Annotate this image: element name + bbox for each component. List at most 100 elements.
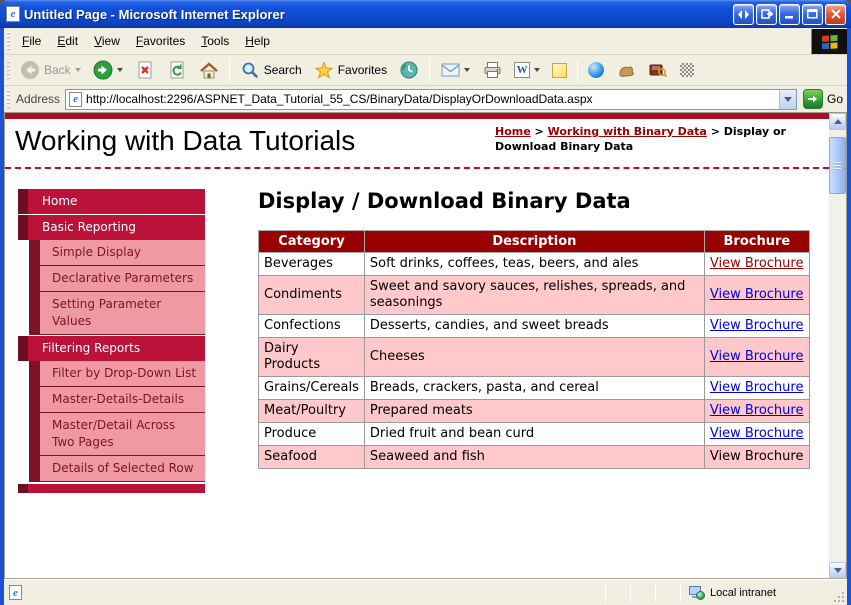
word-icon bbox=[514, 62, 531, 78]
description-cell: Seaweed and fish bbox=[363, 445, 705, 469]
pan-arrows-button[interactable] bbox=[733, 3, 754, 25]
toolbar-grip[interactable] bbox=[7, 61, 10, 79]
search-button[interactable]: Search bbox=[235, 58, 307, 82]
view-brochure-link[interactable]: View Brochure bbox=[710, 380, 804, 395]
address-input[interactable]: http://localhost:2296/ASPNET_Data_Tutori… bbox=[65, 88, 797, 110]
favorites-star-icon bbox=[314, 60, 334, 80]
discuss-button[interactable] bbox=[547, 61, 572, 80]
description-cell: Cheeses bbox=[363, 337, 705, 377]
forward-button[interactable] bbox=[88, 58, 128, 82]
sidebar-item-basic-reporting[interactable]: Basic Reporting bbox=[18, 215, 205, 240]
title-bar: Untitled Page - Microsoft Internet Explo… bbox=[0, 0, 851, 28]
address-label: Address bbox=[16, 92, 61, 106]
sidebar-item-filtering-reports[interactable]: Filtering Reports bbox=[18, 336, 205, 361]
sidebar-item-simple-display[interactable]: Simple Display bbox=[29, 240, 205, 266]
brochure-cell: View Brochure bbox=[703, 445, 810, 469]
toolbar-separator bbox=[577, 59, 579, 81]
scroll-down-button[interactable] bbox=[829, 562, 846, 579]
view-brochure-link[interactable]: View Brochure bbox=[710, 403, 804, 418]
forward-dropdown-icon bbox=[116, 68, 123, 72]
search-icon bbox=[240, 60, 260, 80]
table-row: Beverages Soft drinks, coffees, teas, be… bbox=[258, 252, 810, 276]
menu-edit[interactable]: Edit bbox=[49, 30, 86, 52]
edit-with-word-button[interactable] bbox=[509, 60, 545, 80]
description-cell: Soft drinks, coffees, teas, beers, and a… bbox=[363, 252, 705, 276]
book-search-button[interactable] bbox=[643, 58, 673, 82]
breadcrumb-section-link[interactable]: Working with Binary Data bbox=[548, 125, 707, 138]
nav-accent bbox=[29, 240, 40, 265]
messenger-button[interactable] bbox=[583, 60, 609, 80]
category-cell: Produce bbox=[258, 422, 365, 446]
stop-button[interactable] bbox=[130, 58, 160, 82]
web-grid-button[interactable] bbox=[675, 61, 699, 79]
scrollbar-track[interactable] bbox=[829, 130, 846, 562]
view-brochure-link[interactable]: View Brochure bbox=[710, 256, 804, 271]
brochure-cell: View Brochure bbox=[703, 422, 810, 446]
category-cell: Condiments bbox=[258, 275, 365, 315]
go-button[interactable]: Go bbox=[802, 89, 843, 109]
category-cell: Beverages bbox=[258, 252, 365, 276]
description-cell: Breads, crackers, pasta, and cereal bbox=[363, 376, 705, 400]
history-button[interactable] bbox=[394, 58, 424, 82]
sidebar-item-setting-parameter-values[interactable]: Setting Parameter Values bbox=[29, 292, 205, 335]
close-icon[interactable] bbox=[825, 3, 846, 25]
grid-icon bbox=[680, 63, 695, 77]
toolbar-grip[interactable] bbox=[7, 90, 10, 108]
status-page-icon bbox=[9, 585, 22, 600]
view-brochure-link[interactable]: View Brochure bbox=[710, 349, 804, 364]
minimize-button[interactable] bbox=[779, 3, 800, 25]
menu-file[interactable]: File bbox=[14, 30, 49, 52]
view-brochure-link[interactable]: View Brochure bbox=[710, 318, 804, 333]
page-header: Working with Data Tutorials Home > Worki… bbox=[5, 119, 829, 167]
column-header-category: Category bbox=[258, 230, 365, 253]
breadcrumb-separator: > bbox=[534, 125, 544, 138]
print-icon bbox=[482, 60, 502, 80]
breadcrumb-home-link[interactable]: Home bbox=[495, 125, 531, 138]
word-dropdown-icon bbox=[534, 68, 541, 72]
pop-out-button[interactable] bbox=[756, 3, 777, 25]
maximize-button[interactable] bbox=[802, 3, 823, 25]
sidebar-item-home[interactable]: Home bbox=[18, 189, 205, 214]
window-title: Untitled Page - Microsoft Internet Explo… bbox=[24, 6, 285, 22]
sidebar-item-details-of-selected-row[interactable]: Details of Selected Row bbox=[29, 456, 205, 482]
nav-accent bbox=[18, 215, 28, 240]
address-bar: Address http://localhost:2296/ASPNET_Dat… bbox=[4, 86, 847, 113]
vertical-scrollbar[interactable] bbox=[829, 113, 846, 579]
menu-tools[interactable]: Tools bbox=[193, 30, 237, 52]
brochure-cell: View Brochure bbox=[703, 399, 810, 423]
menu-favorites[interactable]: Favorites bbox=[128, 30, 193, 52]
back-button[interactable]: Back bbox=[15, 58, 86, 82]
research-button[interactable] bbox=[611, 58, 641, 82]
local-intranet-icon bbox=[689, 585, 705, 600]
sidebar-item-filter-by-dropdown-list[interactable]: Filter by Drop-Down List bbox=[29, 361, 205, 387]
table-header-row: Category Description Brochure bbox=[258, 230, 810, 253]
home-button[interactable] bbox=[194, 58, 224, 82]
scroll-up-button[interactable] bbox=[829, 113, 846, 130]
history-icon bbox=[399, 60, 419, 80]
sidebar-item-master-details-details[interactable]: Master-Details-Details bbox=[29, 387, 205, 413]
menu-help[interactable]: Help bbox=[237, 30, 278, 52]
sidebar-item-declarative-parameters[interactable]: Declarative Parameters bbox=[29, 266, 205, 292]
favorites-button[interactable]: Favorites bbox=[309, 58, 392, 82]
refresh-button[interactable] bbox=[162, 58, 192, 82]
mail-button[interactable] bbox=[435, 58, 475, 82]
resize-grip[interactable] bbox=[831, 580, 847, 605]
menu-view[interactable]: View bbox=[86, 30, 128, 52]
page-favicon-icon bbox=[69, 91, 83, 107]
view-brochure-link[interactable]: View Brochure bbox=[710, 287, 804, 302]
sidebar-item-partial[interactable] bbox=[18, 484, 205, 493]
view-brochure-link[interactable]: View Brochure bbox=[710, 426, 804, 441]
status-bar: Local intranet bbox=[4, 579, 847, 605]
address-dropdown-button[interactable] bbox=[778, 89, 796, 109]
scrollbar-thumb[interactable] bbox=[829, 137, 846, 194]
categories-table: Category Description Brochure Beverages … bbox=[258, 230, 810, 469]
toolbar-grip[interactable] bbox=[7, 32, 10, 50]
mail-icon bbox=[440, 60, 460, 80]
print-button[interactable] bbox=[477, 58, 507, 82]
column-header-description: Description bbox=[363, 230, 705, 253]
toolbar-separator bbox=[429, 59, 431, 81]
description-cell: Dried fruit and bean curd bbox=[363, 422, 705, 446]
back-icon bbox=[20, 60, 40, 80]
description-cell: Sweet and savory sauces, relishes, sprea… bbox=[363, 275, 705, 315]
sidebar-item-master-detail-across-two-pages[interactable]: Master/Detail Across Two Pages bbox=[29, 413, 205, 456]
